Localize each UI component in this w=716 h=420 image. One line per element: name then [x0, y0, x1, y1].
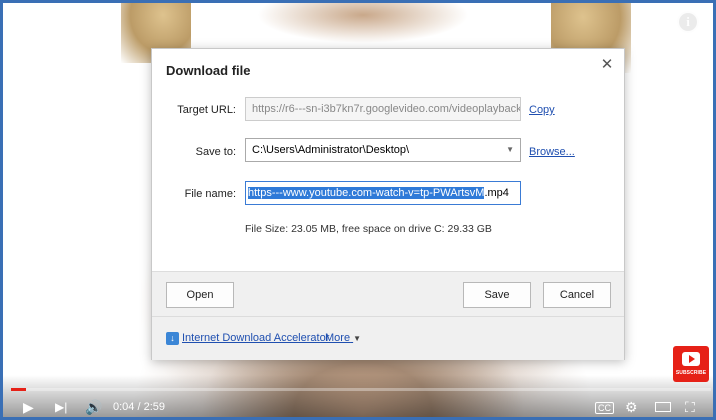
- save-to-dropdown[interactable]: C:\Users\Administrator\Desktop\ ▼: [245, 138, 521, 162]
- chevron-down-icon[interactable]: ▼: [506, 139, 514, 161]
- file-name-extension: .mp4: [484, 187, 509, 199]
- time-display: 0:04 / 2:59: [113, 401, 165, 413]
- target-url-field[interactable]: https://r6---sn-i3b7kn7r.googlevideo.com…: [245, 97, 521, 121]
- file-name-label: File name:: [184, 188, 236, 200]
- cancel-button[interactable]: Cancel: [543, 282, 611, 308]
- dialog-footer: ↓ Internet Download Accelerator More ▼: [152, 316, 624, 360]
- next-icon[interactable]: ▶|: [55, 399, 67, 415]
- save-to-value: C:\Users\Administrator\Desktop\: [252, 144, 410, 156]
- progress-bar[interactable]: [11, 388, 711, 391]
- play-icon[interactable]: ▶: [23, 399, 34, 415]
- fullscreen-icon[interactable]: ⛶: [685, 399, 695, 415]
- dialog-button-bar: Open Save Cancel: [152, 271, 624, 316]
- gear-icon[interactable]: ⚙: [625, 399, 638, 415]
- close-icon[interactable]: ✕: [600, 57, 614, 72]
- progress-fill: [11, 388, 27, 391]
- more-link-label: More: [325, 332, 351, 344]
- download-accelerator-icon: ↓: [166, 332, 179, 345]
- subscribe-button[interactable]: SUBSCRIBE: [673, 346, 709, 382]
- chevron-down-icon: ▼: [353, 334, 362, 343]
- copy-link[interactable]: Copy: [529, 104, 555, 116]
- theater-mode-icon[interactable]: [655, 402, 671, 412]
- video-player[interactable]: i Download file ✕ Target URL: https://r6…: [0, 0, 716, 420]
- target-url-label: Target URL:: [177, 104, 236, 116]
- save-to-label: Save to:: [195, 146, 236, 158]
- open-button[interactable]: Open: [166, 282, 234, 308]
- download-dialog: Download file ✕ Target URL: https://r6--…: [151, 48, 625, 360]
- ida-link[interactable]: Internet Download Accelerator: [182, 332, 329, 344]
- captions-icon[interactable]: CC: [595, 402, 614, 414]
- info-icon[interactable]: i: [677, 11, 699, 33]
- subscribe-label: SUBSCRIBE: [675, 370, 707, 376]
- volume-icon[interactable]: 🔊: [85, 399, 102, 415]
- file-size-text: File Size: 23.05 MB, free space on drive…: [245, 223, 492, 235]
- file-name-selection: https---www.youtube.com-watch-v=tp-PWArt…: [248, 187, 485, 199]
- dialog-title: Download file: [166, 63, 251, 78]
- file-name-input[interactable]: https---www.youtube.com-watch-v=tp-PWArt…: [245, 181, 521, 205]
- youtube-play-icon: [682, 352, 700, 366]
- more-link[interactable]: More ▼: [325, 332, 361, 344]
- save-button[interactable]: Save: [463, 282, 531, 308]
- browse-link[interactable]: Browse...: [529, 146, 575, 158]
